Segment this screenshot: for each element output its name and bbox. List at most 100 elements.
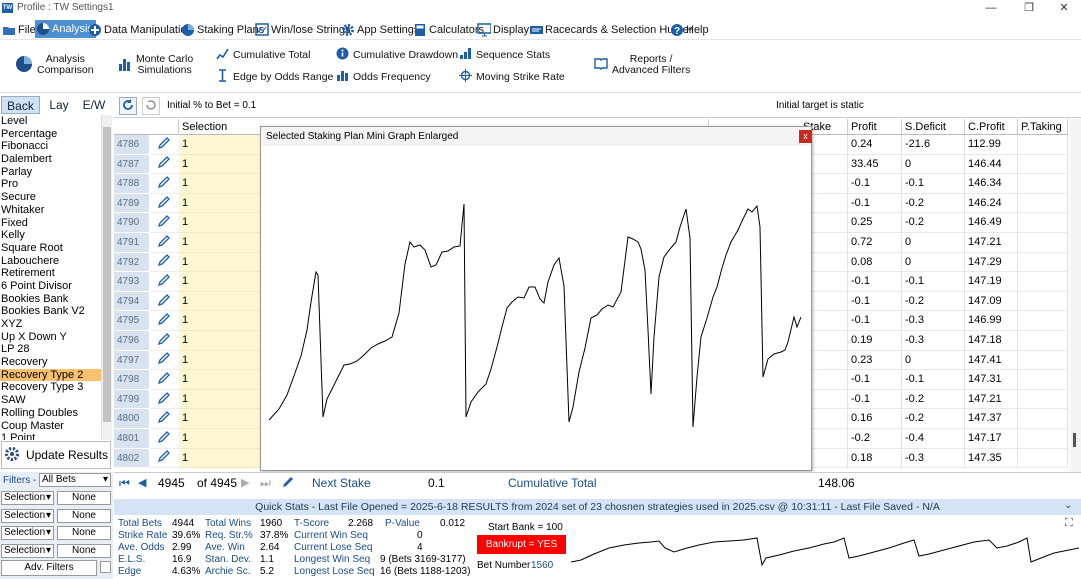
sdeficit-cell[interactable]: -0.1 [902, 370, 965, 390]
plan-item[interactable]: Recovery Type 2 [0, 368, 101, 382]
last-record-icon[interactable]: ⏭ [260, 476, 271, 491]
edit-row-button[interactable] [149, 154, 179, 175]
filter-field-dropdown[interactable]: Selection ▾ [1, 526, 54, 540]
selection-cell[interactable]: 1 [179, 429, 263, 449]
menu-calculators[interactable]: Calculators [413, 21, 484, 38]
plan-item[interactable]: Secure [0, 191, 101, 204]
plan-item[interactable]: Square Root [0, 242, 101, 255]
edit-row-button[interactable] [149, 370, 179, 390]
selection-cell[interactable]: 1 [179, 174, 263, 194]
next-record-icon[interactable]: ▶ [241, 476, 249, 489]
sdeficit-cell[interactable]: -0.1 [902, 174, 965, 194]
sdeficit-cell[interactable]: 0 [902, 350, 965, 371]
edit-row-button[interactable] [149, 409, 179, 429]
cprofit-cell[interactable]: 147.41 [965, 350, 1018, 371]
cprofit-cell[interactable]: 147.31 [965, 370, 1018, 390]
ptaking-cell[interactable] [1018, 213, 1068, 233]
edit-row-button[interactable] [149, 193, 179, 214]
sdeficit-cell[interactable]: -0.2 [902, 213, 965, 233]
row-id[interactable]: 4792 [114, 252, 149, 273]
cprofit-cell[interactable]: 147.09 [965, 291, 1018, 312]
profit-cell[interactable]: -0.1 [848, 311, 902, 331]
odds-frequency-button[interactable]: Odds Frequency [336, 69, 431, 85]
edit-row-button[interactable] [149, 213, 179, 233]
selection-cell[interactable]: 1 [179, 233, 263, 253]
row-id[interactable]: 4797 [114, 350, 149, 371]
edit-row-button[interactable] [149, 311, 179, 331]
sdeficit-cell[interactable]: -0.4 [902, 429, 965, 449]
cprofit-cell[interactable]: 147.19 [965, 272, 1018, 292]
profit-cell[interactable]: -0.2 [848, 429, 902, 449]
edit-row-button[interactable] [149, 350, 179, 371]
menu-help[interactable]: ? Help [670, 21, 709, 38]
filter-field-dropdown[interactable]: Selection ▾ [1, 543, 54, 558]
header-ptaking[interactable]: P.Taking [1018, 119, 1068, 135]
header-cprofit[interactable]: C.Profit [965, 119, 1018, 135]
filters-dropdown[interactable]: All Bets ▾ [39, 473, 111, 487]
profit-cell[interactable]: 0.08 [848, 252, 902, 273]
selection-cell[interactable]: 1 [179, 350, 263, 371]
cumulative-total-button[interactable]: Cumulative Total [216, 47, 310, 63]
ptaking-cell[interactable] [1018, 389, 1068, 410]
row-id[interactable]: 4790 [114, 213, 149, 233]
filter-value-box[interactable]: None [57, 526, 111, 540]
profit-cell[interactable]: 0.25 [848, 213, 902, 233]
sdeficit-cell[interactable]: -0.3 [902, 311, 965, 331]
profit-cell[interactable]: -0.1 [848, 193, 902, 214]
cprofit-cell[interactable]: 147.35 [965, 448, 1018, 469]
sdeficit-cell[interactable]: -0.3 [902, 448, 965, 469]
edit-row-button[interactable] [149, 448, 179, 469]
profit-cell[interactable]: 0.19 [848, 331, 902, 351]
sdeficit-cell[interactable]: 0 [902, 252, 965, 273]
plan-item[interactable]: Bookies Bank [0, 293, 101, 306]
profit-cell[interactable]: -0.1 [848, 370, 902, 390]
ptaking-cell[interactable] [1018, 193, 1068, 214]
previous-record-icon[interactable]: ◀ [138, 476, 146, 489]
plan-item[interactable]: Bookies Bank V2 [0, 305, 101, 318]
refresh-button[interactable] [119, 97, 137, 115]
plan-item[interactable]: Fibonacci [0, 140, 101, 153]
row-id[interactable]: 4800 [114, 409, 149, 429]
plan-item[interactable]: Parlay [0, 166, 101, 179]
selection-cell[interactable]: 1 [179, 213, 263, 233]
cprofit-cell[interactable]: 146.44 [965, 154, 1018, 175]
analysis-comparison-button[interactable]: Analysis Comparison [15, 54, 94, 76]
profit-cell[interactable]: 0.24 [848, 135, 902, 155]
cprofit-cell[interactable]: 147.21 [965, 389, 1018, 410]
sequence-stats-button[interactable]: Sequence Stats [459, 47, 550, 63]
plan-item[interactable]: 1 Point [0, 432, 101, 440]
popup-close-button[interactable]: x [799, 130, 812, 143]
plan-list-scrollbar[interactable] [101, 115, 112, 440]
staking-plan-list[interactable]: Level Percentage Fibonacci Dalembert Parlay P… [0, 115, 101, 440]
menu-winlose-strings[interactable]: Win/lose Strings [255, 21, 350, 38]
sdeficit-cell[interactable]: -0.2 [902, 291, 965, 312]
ptaking-cell[interactable] [1018, 370, 1068, 390]
plan-item[interactable]: Kelly [0, 229, 101, 242]
menu-file[interactable]: File [2, 21, 36, 38]
ptaking-cell[interactable] [1018, 409, 1068, 429]
row-id[interactable]: 4795 [114, 311, 149, 331]
edit-row-button[interactable] [149, 272, 179, 292]
cprofit-cell[interactable]: 146.24 [965, 193, 1018, 214]
cprofit-cell[interactable]: 147.37 [965, 409, 1018, 429]
selection-cell[interactable]: 1 [179, 135, 263, 155]
plan-item[interactable]: Recovery [0, 356, 101, 369]
plan-item[interactable]: Coup Master [0, 420, 101, 433]
edit-row-button[interactable] [149, 135, 179, 155]
sdeficit-cell[interactable]: -0.3 [902, 331, 965, 351]
profit-cell[interactable]: -0.1 [848, 389, 902, 410]
current-record[interactable]: 4945 [158, 476, 185, 490]
row-id[interactable]: 4789 [114, 193, 149, 214]
cprofit-cell[interactable]: 147.29 [965, 252, 1018, 273]
redo-button[interactable] [142, 97, 160, 115]
ptaking-cell[interactable] [1018, 448, 1068, 469]
row-id[interactable]: 4802 [114, 448, 149, 469]
profit-cell[interactable]: 0.18 [848, 448, 902, 469]
minimize-button[interactable]: — [981, 1, 1001, 15]
selection-cell[interactable]: 1 [179, 272, 263, 292]
sdeficit-cell[interactable]: -21.6 [902, 135, 965, 155]
sdeficit-cell[interactable]: -0.1 [902, 272, 965, 292]
edit-row-button[interactable] [149, 174, 179, 194]
monte-carlo-button[interactable]: Monte Carlo Simulations [118, 54, 193, 76]
profit-cell[interactable]: -0.1 [848, 272, 902, 292]
